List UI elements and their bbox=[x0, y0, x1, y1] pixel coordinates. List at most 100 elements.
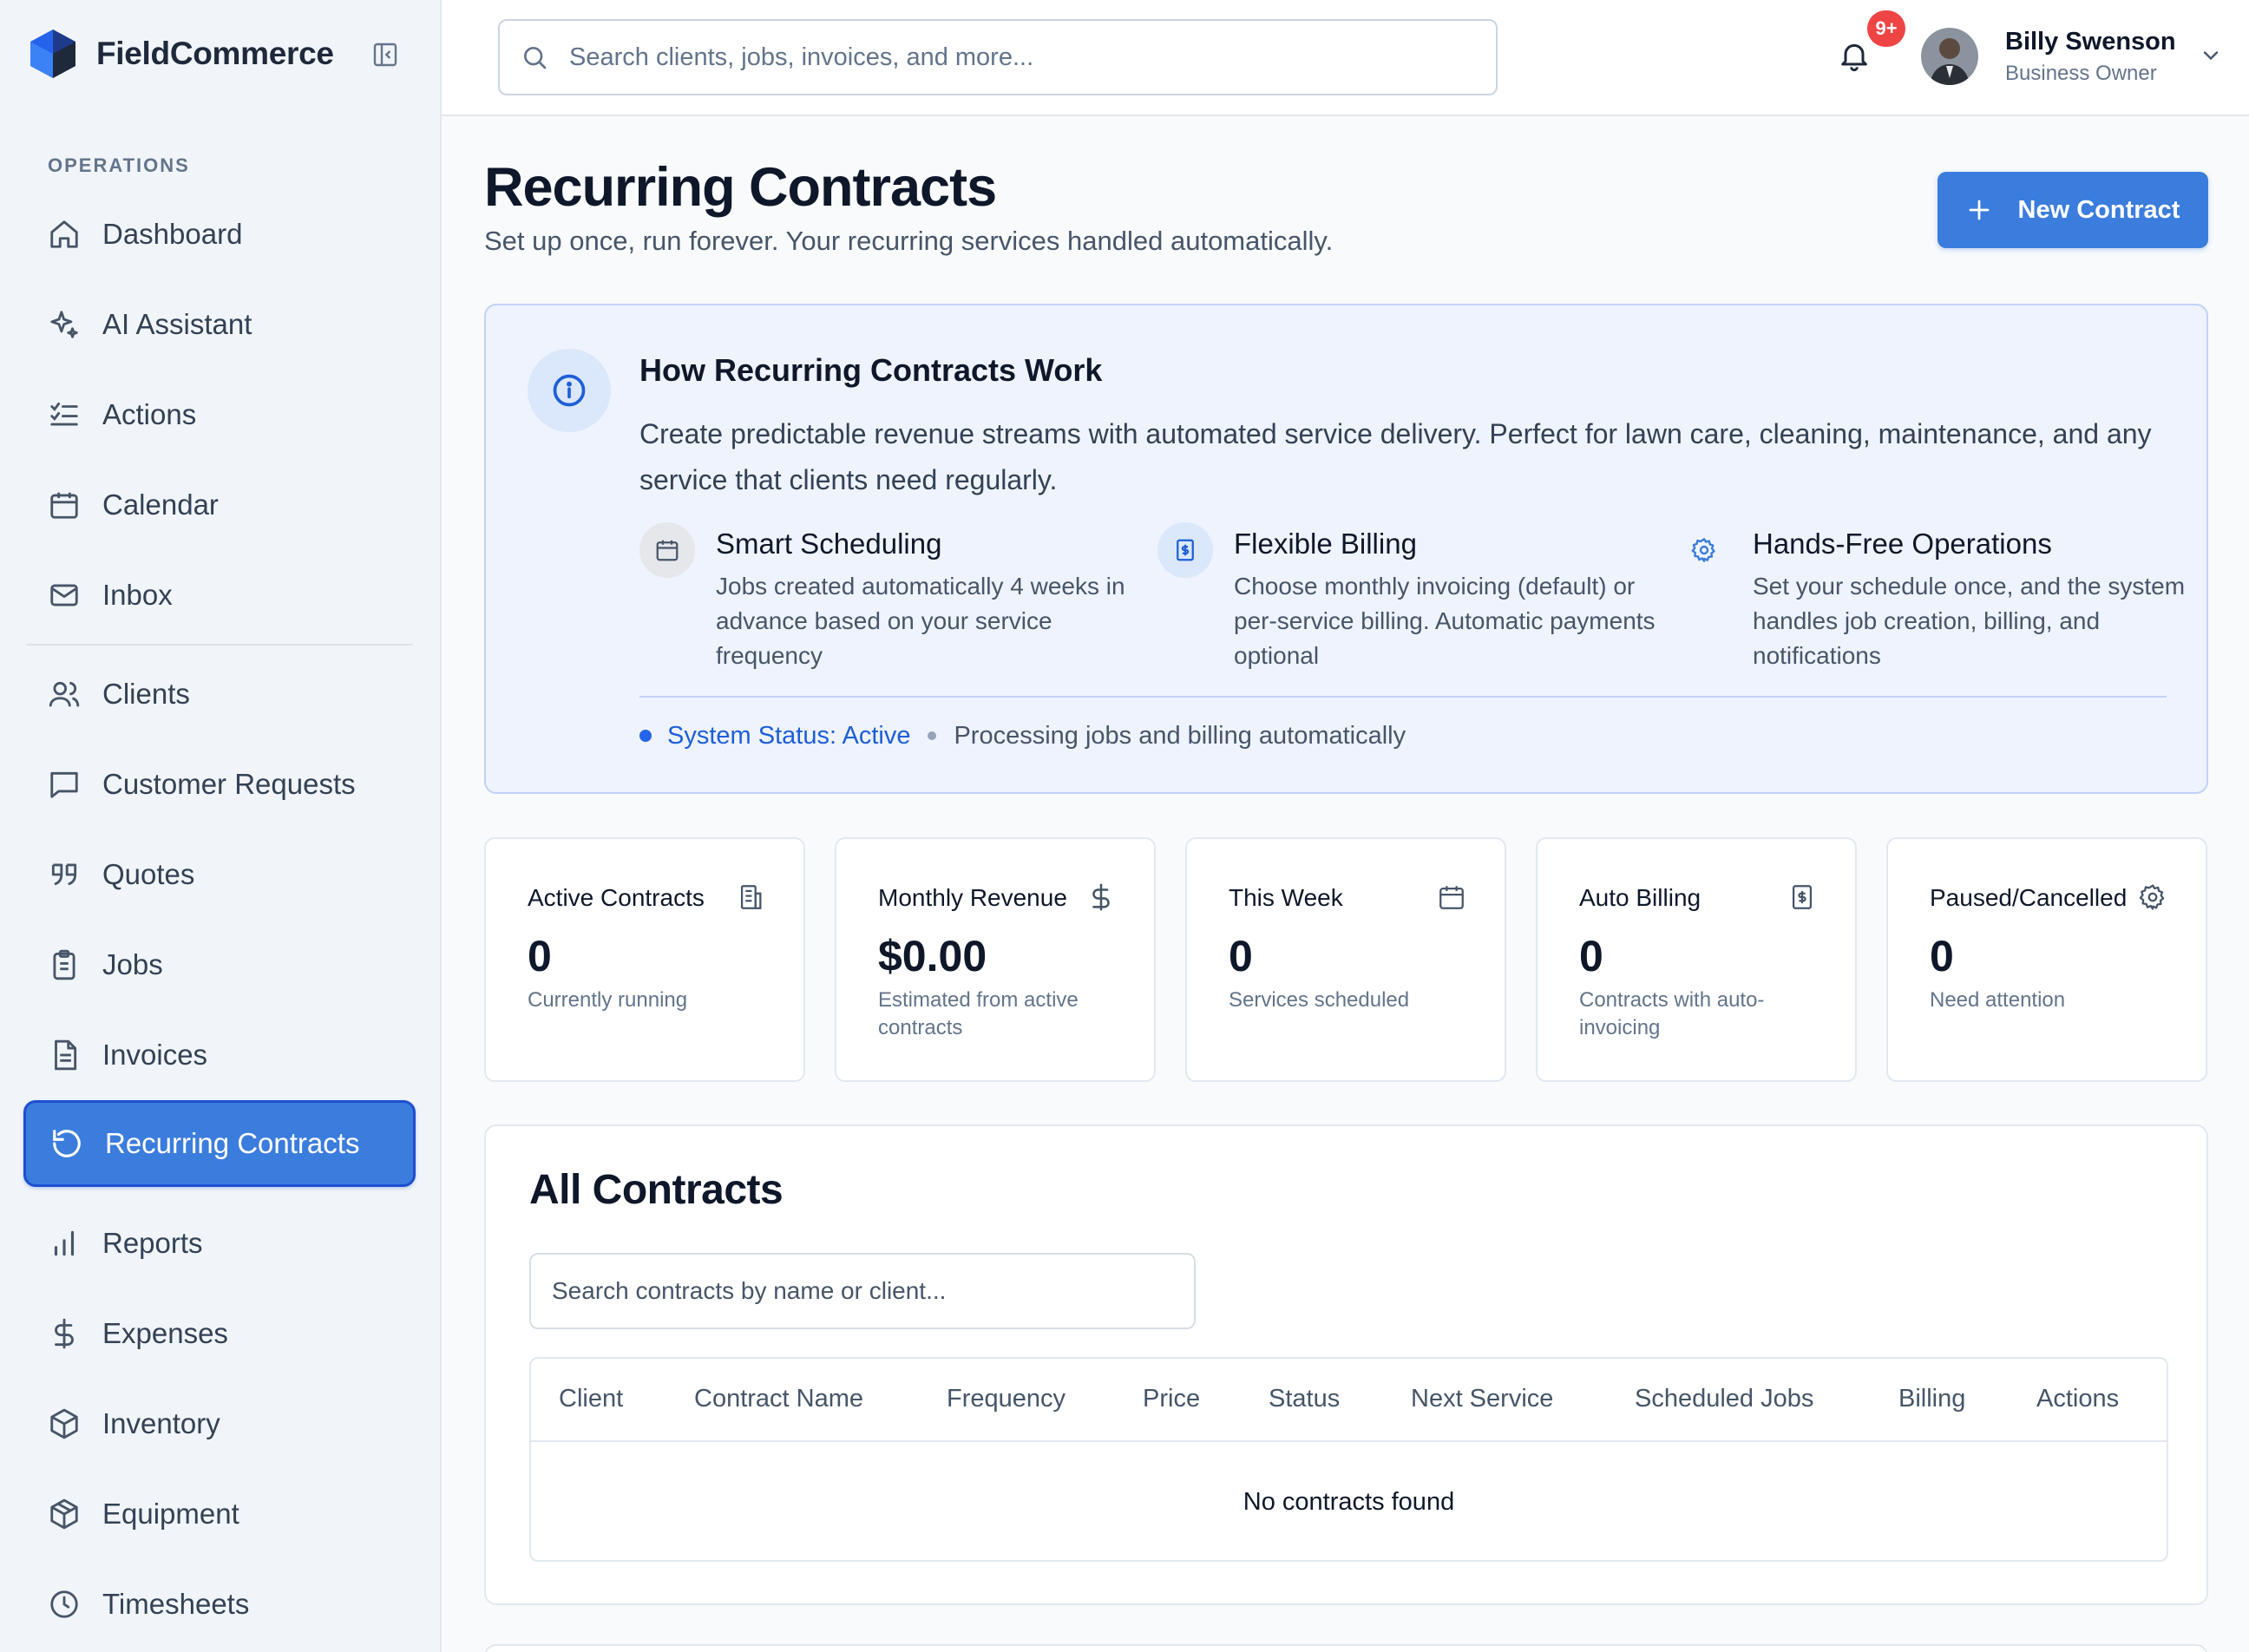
sidebar-item-reports[interactable]: Reports bbox=[23, 1200, 416, 1287]
sidebar-item-clients[interactable]: Clients bbox=[23, 651, 416, 738]
list-checks-icon bbox=[47, 397, 82, 432]
column-header-price[interactable]: Price bbox=[1143, 1385, 1200, 1413]
feature-title: Smart Scheduling bbox=[716, 528, 942, 560]
bell-icon bbox=[1841, 43, 1867, 72]
search-icon bbox=[524, 47, 547, 69]
sidebar-item-recurring-contracts[interactable]: Recurring Contracts bbox=[23, 1100, 416, 1187]
dollar-icon bbox=[1092, 883, 1110, 911]
sidebar-item-label: Timesheets bbox=[102, 1588, 250, 1620]
sidebar-item-invoices[interactable]: Invoices bbox=[23, 1012, 416, 1098]
contracts-search-placeholder: Search contracts by name or client... bbox=[552, 1277, 947, 1304]
plus-icon bbox=[1969, 200, 1989, 220]
building-icon bbox=[740, 885, 762, 909]
stat-label: Auto Billing bbox=[1579, 884, 1702, 911]
new-contract-label: New Contract bbox=[2017, 195, 2180, 224]
info-title: How Recurring Contracts Work bbox=[639, 352, 1103, 388]
column-header-contract-name[interactable]: Contract Name bbox=[694, 1385, 863, 1413]
sidebar-item-expenses[interactable]: Expenses bbox=[23, 1290, 416, 1377]
sidebar-item-label: Calendar bbox=[102, 488, 219, 521]
users-icon bbox=[47, 677, 82, 711]
receipt-dollar-icon bbox=[1792, 885, 1813, 909]
user-name[interactable]: Billy Swenson bbox=[2005, 28, 2176, 56]
sidebar-item-label: Actions bbox=[102, 398, 197, 430]
sidebar-collapse-button[interactable] bbox=[369, 38, 402, 71]
status-separator bbox=[928, 731, 937, 740]
stat-subtext: Contracts with auto-invoicing bbox=[1579, 988, 1765, 1039]
avatar[interactable] bbox=[1921, 28, 1978, 85]
sidebar-item-dashboard[interactable]: Dashboard bbox=[23, 191, 416, 278]
file-text-icon bbox=[47, 1038, 82, 1072]
stat-label: This Week bbox=[1229, 884, 1343, 911]
info-description: Create predictable revenue streams with … bbox=[639, 418, 2152, 495]
sidebar-item-calendar[interactable]: Calendar bbox=[23, 462, 416, 548]
stat-value: 0 bbox=[1229, 932, 1253, 980]
sidebar-item-equipment[interactable]: Equipment bbox=[23, 1471, 416, 1557]
sidebar: FieldCommerce OPERATIONS Dashboard AI As… bbox=[0, 0, 442, 1652]
stat-this-week: This Week 0 Services scheduled bbox=[1185, 837, 1506, 1082]
stat-value: 0 bbox=[528, 932, 552, 980]
how-it-works-card: How Recurring Contracts Work Create pred… bbox=[484, 304, 2208, 794]
new-contract-button[interactable]: New Contract bbox=[1938, 172, 2208, 248]
stat-label: Paused/Cancelled bbox=[1930, 884, 2128, 911]
sidebar-item-label: Invoices bbox=[102, 1039, 208, 1071]
user-role: Business Owner bbox=[2005, 62, 2157, 85]
page-title: Recurring Contracts bbox=[484, 157, 997, 218]
bar-chart-icon bbox=[47, 1226, 82, 1261]
sidebar-item-label: Expenses bbox=[102, 1317, 228, 1349]
stat-subtext: Services scheduled bbox=[1229, 988, 1410, 1012]
quote-icon bbox=[47, 857, 82, 892]
brand[interactable]: FieldCommerce bbox=[29, 26, 334, 82]
feature-text: Jobs created automatically 4 weeks in ad… bbox=[716, 573, 1125, 669]
column-header-frequency[interactable]: Frequency bbox=[947, 1385, 1065, 1413]
chevron-down-icon[interactable] bbox=[2199, 43, 2225, 69]
column-header-client[interactable]: Client bbox=[559, 1385, 623, 1413]
sidebar-item-label: Customer Requests bbox=[102, 768, 356, 800]
sidebar-item-label: Inventory bbox=[102, 1407, 220, 1439]
feature-title: Hands-Free Operations bbox=[1753, 528, 2052, 560]
gear-icon bbox=[2139, 884, 2165, 910]
next-section-card bbox=[484, 1644, 2208, 1652]
sidebar-item-jobs[interactable]: Jobs bbox=[23, 921, 416, 1008]
app-name: FieldCommerce bbox=[96, 36, 334, 71]
section-label-operations: OPERATIONS bbox=[48, 154, 190, 176]
sidebar-item-ai-assistant[interactable]: AI Assistant bbox=[23, 281, 416, 368]
sidebar-item-label: Quotes bbox=[102, 858, 195, 890]
gear-icon bbox=[1676, 522, 1732, 578]
logo-icon bbox=[29, 28, 77, 80]
sidebar-item-inventory[interactable]: Inventory bbox=[23, 1380, 416, 1467]
receipt-dollar-icon bbox=[1157, 522, 1213, 578]
status-dot bbox=[639, 730, 652, 742]
column-header-next-service[interactable]: Next Service bbox=[1411, 1385, 1553, 1413]
stat-monthly-revenue: Monthly Revenue $0.00 Estimated from act… bbox=[835, 837, 1156, 1082]
rotate-ccw-icon bbox=[49, 1126, 84, 1161]
contracts-table: Client Contract Name Frequency Price Sta… bbox=[529, 1357, 2168, 1562]
column-header-status[interactable]: Status bbox=[1269, 1385, 1340, 1413]
sidebar-item-label: Inbox bbox=[102, 579, 173, 611]
sidebar-item-label: Jobs bbox=[102, 948, 163, 980]
all-contracts-title: All Contracts bbox=[529, 1167, 784, 1213]
calendar-icon bbox=[1439, 886, 1464, 909]
sidebar-item-actions[interactable]: Actions bbox=[23, 371, 416, 458]
clock-icon bbox=[47, 1587, 82, 1622]
stat-auto-billing: Auto Billing 0 Contracts with auto-invoi… bbox=[1536, 837, 1857, 1082]
column-header-scheduled-jobs[interactable]: Scheduled Jobs bbox=[1635, 1385, 1813, 1413]
global-search-input[interactable]: Search clients, jobs, invoices, and more… bbox=[498, 19, 1498, 95]
stat-subtext: Estimated from active contracts bbox=[878, 988, 1079, 1039]
calendar-icon bbox=[639, 522, 695, 578]
search-placeholder: Search clients, jobs, invoices, and more… bbox=[569, 43, 1034, 71]
notifications-button[interactable] bbox=[1837, 38, 1875, 76]
all-contracts-card: All Contracts Search contracts by name o… bbox=[484, 1124, 2208, 1605]
notification-badge: 9+ bbox=[1867, 10, 1905, 47]
sidebar-item-inbox[interactable]: Inbox bbox=[23, 552, 416, 639]
empty-state-message: No contracts found bbox=[1243, 1487, 1455, 1516]
topbar: Search clients, jobs, invoices, and more… bbox=[442, 0, 2249, 116]
column-header-billing[interactable]: Billing bbox=[1898, 1385, 1965, 1413]
sidebar-item-quotes[interactable]: Quotes bbox=[23, 831, 416, 918]
stat-value: 0 bbox=[1579, 932, 1603, 980]
table-header: Client Contract Name Frequency Price Sta… bbox=[531, 1359, 2167, 1442]
feature-text: Set your schedule once, and the system h… bbox=[1753, 573, 2186, 669]
message-square-icon bbox=[47, 767, 82, 802]
sidebar-item-customer-requests[interactable]: Customer Requests bbox=[23, 741, 416, 828]
contracts-search-input[interactable]: Search contracts by name or client... bbox=[529, 1253, 1196, 1329]
sidebar-item-timesheets[interactable]: Timesheets bbox=[23, 1561, 416, 1648]
